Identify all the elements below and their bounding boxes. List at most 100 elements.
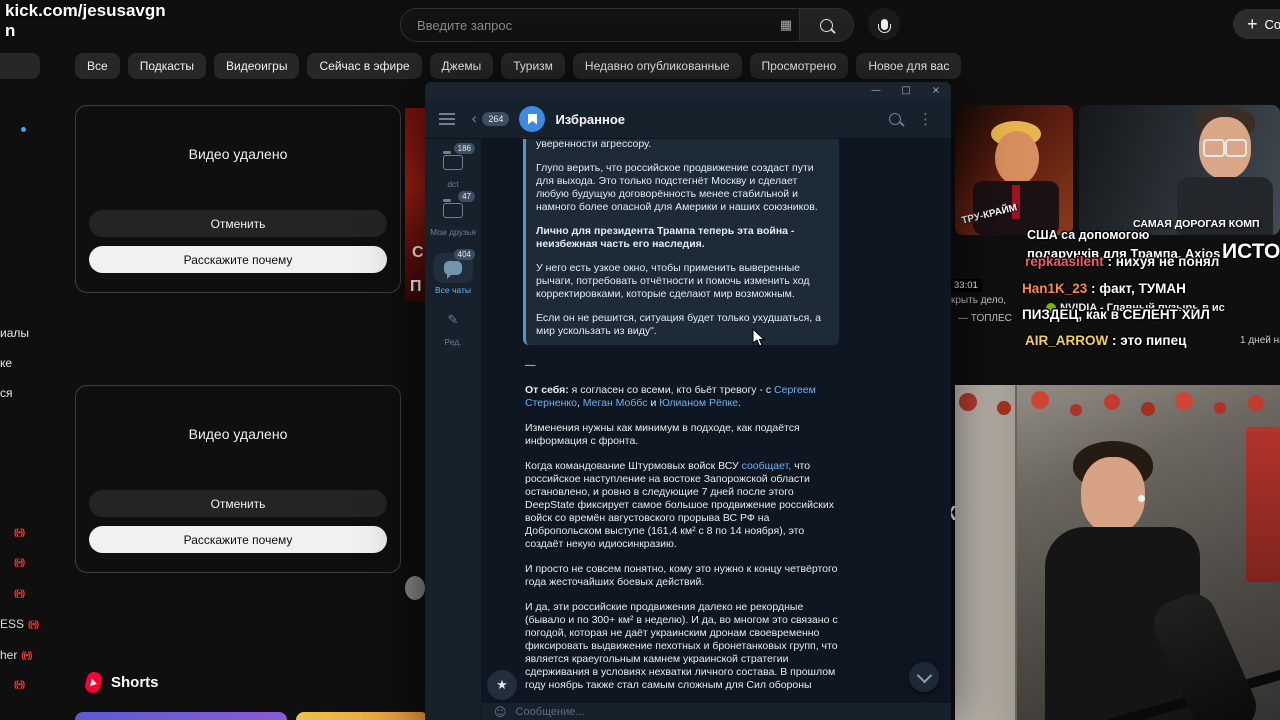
sidebar-item-fragment[interactable]: ке [0, 356, 12, 370]
stream-chat-message: Han1K_23 : факт, ТУМАН [1022, 281, 1186, 296]
video-title[interactable]: США са допомогою [1027, 228, 1149, 242]
chat-separator: : [1103, 254, 1116, 269]
filter-chip[interactable]: Просмотрено [749, 53, 849, 79]
filter-chip[interactable]: Все [75, 53, 120, 79]
create-label: Создать [1264, 16, 1280, 32]
unread-count-badge: 264 [482, 112, 510, 126]
message-paragraph: Глупо верить, что российское продвижение… [536, 162, 818, 213]
folder-tab[interactable]: 47 Мои друзья [425, 191, 481, 253]
search-button[interactable] [799, 9, 853, 41]
sidebar-live-channel[interactable]: ((•)) [14, 557, 25, 567]
folder-unread-badge: 404 [453, 249, 475, 260]
emoji-icon[interactable]: ☺ [494, 706, 507, 718]
maximize-button[interactable]: □ [891, 82, 921, 100]
create-button[interactable]: + Создать [1233, 9, 1280, 39]
window-titlebar[interactable]: — □ × [425, 82, 951, 100]
message-link[interactable]: Меган Моббс [583, 397, 648, 409]
message-text: что российское наступление на востоке За… [525, 460, 834, 550]
folder-tab-all-chats[interactable]: 404 Все чаты [425, 249, 481, 305]
pencil-icon: ✎ [447, 312, 459, 328]
shorts-label: Shorts [111, 674, 159, 691]
mouse-cursor [752, 328, 766, 347]
edit-folders-button[interactable]: ✎ Ред. [425, 305, 481, 349]
sidebar-live-channel[interactable]: ((•)) [14, 588, 25, 598]
folder-label: Мои друзья [430, 227, 476, 237]
channel-avatar-partial[interactable] [405, 576, 425, 600]
shorts-section-header[interactable]: Shorts [83, 670, 159, 695]
filter-chip[interactable]: Новое для вас [856, 53, 962, 79]
message-link[interactable]: Юлианом Рёпке [659, 397, 738, 409]
glasses-icon [1203, 139, 1247, 157]
message-paragraph: Изменения нужны как минимум в подходе, к… [525, 422, 800, 447]
shorts-thumbnail-edge[interactable] [296, 712, 429, 720]
search-bar: ▦ [400, 8, 854, 42]
screen: ▦ + Создать kick.com/jesusavgn n Все Под… [0, 0, 1280, 720]
message-text: и [647, 397, 660, 409]
folder-tab[interactable]: 186 dct [425, 143, 481, 195]
kick-url-overlay: kick.com/jesusavgn n [5, 1, 166, 41]
kick-url-line1: kick.com/jesusavgn [5, 1, 166, 20]
search-icon[interactable] [889, 113, 901, 125]
scroll-to-bottom-button[interactable] [909, 662, 939, 692]
chat-message-area[interactable]: уверенности агрессору. Глупо верить, что… [482, 139, 951, 720]
sender-avatar[interactable]: ★ [487, 670, 517, 700]
stream-chat-message: ПИЗДЕЦ, как в СЕЛЕНТ ХИЛ [1022, 307, 1210, 322]
stream-chat-message: AIR_ARROW : это пипец [1025, 333, 1186, 348]
keyboard-icon[interactable]: ▦ [773, 18, 799, 33]
telegram-window: — □ × ‹ 264 Избранное ⋮ 186 dct 47 Мои д… [425, 82, 951, 720]
sidebar-live-channel[interactable]: ((•)) [14, 679, 25, 689]
avatar-emblem-icon: ★ [496, 677, 508, 693]
message-bold: От себя: [525, 384, 569, 396]
filter-chip[interactable]: Подкасты [127, 53, 207, 79]
filter-chip[interactable]: Сейчас в эфире [307, 53, 422, 79]
video-thumbnail[interactable]: ТРУ-КРАЙМ [955, 105, 1073, 235]
tell-us-why-button[interactable]: Расскажите почему [89, 246, 387, 273]
message-paragraph: Если он не решится, ситуация будет тольк… [536, 312, 821, 337]
plus-icon: + [1247, 14, 1258, 34]
thumbnail-caption: САМАЯ ДОРОГАЯ КОМП [1133, 218, 1260, 230]
undo-button[interactable]: Отменить [89, 490, 387, 517]
hamburger-menu-icon[interactable] [439, 113, 455, 125]
message-text: . [738, 397, 741, 409]
filter-chip[interactable]: Недавно опубликованные [572, 53, 742, 79]
message-composer[interactable]: ☺ Сообщение... [482, 703, 951, 720]
search-input[interactable] [401, 16, 773, 34]
chat-nickname: repkaasilent [1025, 254, 1104, 269]
channel-name[interactable]: — ТОПЛЕС [958, 313, 1012, 324]
notification-dot [21, 127, 26, 132]
kebab-menu-icon[interactable]: ⋮ [918, 110, 933, 128]
close-button[interactable]: × [921, 82, 951, 100]
chip-partial[interactable] [0, 53, 40, 79]
covered-thumbnail[interactable] [405, 108, 425, 302]
sidebar-live-channel[interactable]: her ((•)) [0, 648, 32, 662]
composer-placeholder[interactable]: Сообщение... [516, 706, 585, 718]
undo-button[interactable]: Отменить [89, 210, 387, 237]
message-paragraph: — [525, 359, 536, 371]
deleted-video-card: Видео удалено Отменить Расскажите почему [75, 105, 401, 293]
shorts-thumbnail-edge[interactable] [75, 712, 287, 720]
folder-icon [443, 150, 463, 170]
streamer-figure [1081, 457, 1145, 533]
chat-text: это пипец [1120, 333, 1187, 348]
back-icon[interactable]: ‹ [471, 111, 477, 127]
filter-chip[interactable]: Туризм [501, 53, 565, 79]
sidebar-item-fragment[interactable]: иалы [0, 326, 29, 340]
filter-chip[interactable]: Джемы [429, 53, 494, 79]
message-link[interactable]: сообщает, [742, 460, 792, 472]
saved-messages-avatar[interactable] [519, 106, 546, 132]
chat-nickname: Han1K_23 [1022, 281, 1088, 296]
video-thumbnail[interactable]: САМАЯ ДОРОГАЯ КОМП [1079, 105, 1280, 235]
sidebar-item-fragment[interactable]: ся [0, 386, 13, 400]
thumbnail-text-fragment: П [410, 278, 422, 295]
folder-icon [443, 198, 463, 218]
sidebar-live-channel[interactable]: ESS ((•)) [0, 617, 39, 631]
message-paragraph: От себя: я согласен со всеми, кто бьёт т… [525, 384, 841, 410]
minimize-button[interactable]: — [861, 82, 891, 100]
chat-separator: : [1087, 281, 1100, 296]
filter-chip[interactable]: Видеоигры [214, 53, 300, 79]
wall-decoration [1246, 427, 1280, 582]
tell-us-why-button[interactable]: Расскажите почему [89, 526, 387, 553]
sidebar-live-channel[interactable]: ((•)) [14, 527, 25, 537]
stream-chat-message: repkaasilent : нихуя не понял [1025, 254, 1219, 269]
voice-search-button[interactable] [868, 8, 900, 40]
